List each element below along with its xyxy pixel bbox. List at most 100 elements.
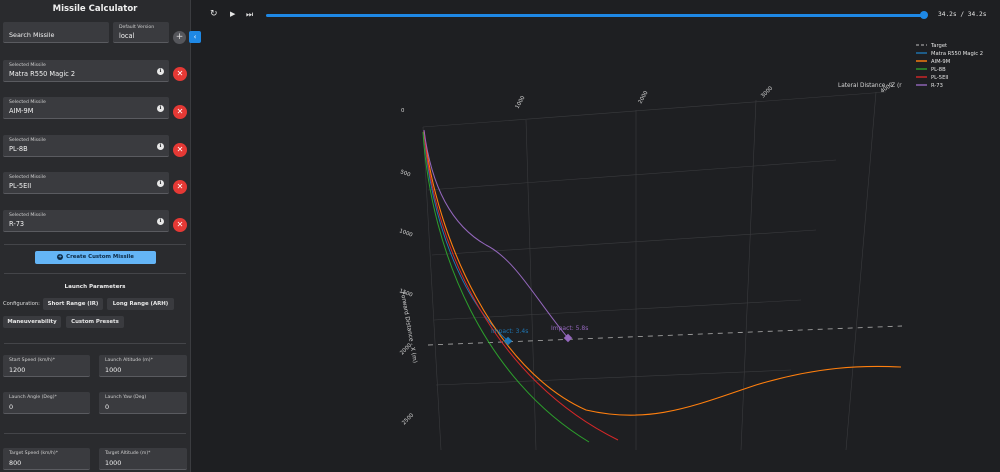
z-axis-tick: 3000 <box>760 85 774 99</box>
replay-icon[interactable]: ↻ <box>210 9 218 19</box>
legend-label: PL-8B <box>931 67 946 73</box>
divider <box>4 343 186 344</box>
launch-yaw-input[interactable]: Launch Yaw (Deg) 0 <box>99 392 187 414</box>
start-speed-value: 1200 <box>9 366 26 374</box>
trajectory-aim-9m <box>423 130 902 416</box>
info-icon[interactable]: i <box>157 143 164 150</box>
add-missile-button[interactable]: + <box>173 31 186 44</box>
default-version-value: local <box>119 32 135 40</box>
default-version-select[interactable]: Default Version local <box>113 22 169 43</box>
skip-to-end-icon[interactable]: ⏭ <box>246 10 253 20</box>
z-axis-title: Lateral Distance - Z (r <box>838 83 902 89</box>
impact-label-r-73: Impact: 5.8s <box>551 325 588 332</box>
legend-item[interactable]: PL-8B <box>916 67 946 73</box>
sidebar-title: Missile Calculator <box>52 4 138 14</box>
launch-yaw-label: Launch Yaw (Deg) <box>105 395 147 400</box>
time-readout: 34.2s / 34.2s <box>938 11 987 18</box>
legend-label: Target <box>930 43 947 49</box>
target-altitude-input[interactable]: Target Altitude (m)* 1000 <box>99 448 187 470</box>
z-axis-ticks: 0 1000 2000 3000 4000 <box>401 82 895 114</box>
preset-short-range-button[interactable]: Short Range (IR) <box>43 298 103 310</box>
launch-altitude-input[interactable]: Launch Altitude (m)* 1000 <box>99 355 187 377</box>
info-icon[interactable]: i <box>157 180 164 187</box>
play-icon[interactable]: ▶ <box>230 10 235 18</box>
launch-altitude-value: 1000 <box>105 366 122 374</box>
plot-grid <box>422 91 887 451</box>
x-axis-tick: 2500 <box>401 412 415 426</box>
trajectory-3d-plot[interactable]: 0 1000 2000 3000 4000 Lateral Distance -… <box>196 30 1000 472</box>
legend-item[interactable]: AIM-9M <box>916 59 950 65</box>
selected-missile-field[interactable]: Selected Missile Matra R550 Magic 2 i <box>3 60 169 82</box>
launch-angle-value: 0 <box>9 403 14 411</box>
remove-missile-button[interactable]: ✕ <box>173 143 187 157</box>
search-missile-input[interactable]: Search Missile <box>3 22 109 43</box>
remove-missile-button[interactable]: ✕ <box>173 67 187 81</box>
launch-angle-input[interactable]: Launch Angle (Deg)* 0 <box>3 392 90 414</box>
info-icon[interactable]: i <box>157 105 164 112</box>
selected-missile-label: Selected Missile <box>9 175 46 180</box>
create-custom-missile-label: Create Custom Missile <box>66 254 134 260</box>
selected-missile-label: Selected Missile <box>9 213 46 218</box>
selected-missile-label: Selected Missile <box>9 63 46 68</box>
x-axis-tick: 1000 <box>398 228 413 239</box>
preset-maneuverability-button[interactable]: Maneuverability <box>3 316 61 328</box>
start-speed-label: Start Speed (km/h)* <box>9 358 56 363</box>
selected-missile-value: R-73 <box>9 220 25 228</box>
legend-label: AIM-9M <box>931 59 950 65</box>
playback-bar: ↻ ▶ ⏭ 34.2s / 34.2s <box>196 0 1000 30</box>
impact-label-matra: Impact: 3.4s <box>491 328 528 335</box>
sidebar: Missile Calculator Search Missile Defaul… <box>0 0 191 472</box>
selected-missile-label: Selected Missile <box>9 138 46 143</box>
selected-missile-field[interactable]: Selected Missile PL-8B i <box>3 135 169 157</box>
selected-missile-field[interactable]: Selected Missile AIM-9M i <box>3 97 169 119</box>
target-speed-value: 800 <box>9 459 22 467</box>
z-axis-tick: 1000 <box>515 95 527 110</box>
divider <box>4 244 186 245</box>
selected-missile-value: AIM-9M <box>9 107 34 115</box>
launch-parameters-title: Launch Parameters <box>64 284 126 290</box>
legend-item[interactable]: Target <box>916 43 947 49</box>
plot-legend: Target Matra R550 Magic 2 AIM-9M PL-8B P… <box>916 43 983 89</box>
configuration-label: Configuration: <box>3 301 40 307</box>
legend-item[interactable]: Matra R550 Magic 2 <box>916 51 983 57</box>
remove-missile-button[interactable]: ✕ <box>173 180 187 194</box>
info-icon[interactable]: i <box>157 68 164 75</box>
selected-missile-value: PL-5EII <box>9 182 32 190</box>
trajectory-pl-8b <box>422 131 590 443</box>
target-altitude-label: Target Altitude (m)* <box>105 451 151 456</box>
launch-yaw-value: 0 <box>105 403 110 411</box>
trajectory-pl-5eii <box>423 130 619 441</box>
legend-item[interactable]: R-73 <box>916 83 943 89</box>
divider <box>4 273 186 274</box>
remove-missile-button[interactable]: ✕ <box>173 218 187 232</box>
start-speed-input[interactable]: Start Speed (km/h)* 1200 <box>3 355 90 377</box>
info-icon[interactable]: i <box>157 218 164 225</box>
selected-missile-field[interactable]: Selected Missile R-73 i <box>3 210 169 232</box>
create-custom-missile-button[interactable]: + Create Custom Missile <box>35 251 156 264</box>
timeline-slider[interactable] <box>266 14 924 17</box>
selected-missile-field[interactable]: Selected Missile PL-5EII i <box>3 172 169 194</box>
legend-item[interactable]: PL-5EII <box>916 75 949 81</box>
divider <box>4 433 186 434</box>
collapse-sidebar-button[interactable]: ‹ <box>189 31 201 43</box>
remove-missile-button[interactable]: ✕ <box>173 105 187 119</box>
target-speed-input[interactable]: Target Speed (km/h)* 800 <box>3 448 90 470</box>
target-altitude-value: 1000 <box>105 459 122 467</box>
legend-label: PL-5EII <box>931 75 949 81</box>
x-axis-tick: 500 <box>399 169 411 178</box>
legend-label: Matra R550 Magic 2 <box>931 51 983 57</box>
z-axis-tick: 2000 <box>638 90 650 105</box>
target-speed-label: Target Speed (km/h)* <box>9 451 59 456</box>
preset-long-range-button[interactable]: Long Range (ARH) <box>107 298 174 310</box>
preset-custom-button[interactable]: Custom Presets <box>66 316 124 328</box>
selected-missile-label: Selected Missile <box>9 100 46 105</box>
trajectory-matra-r550-magic-2 <box>423 132 509 342</box>
legend-label: R-73 <box>931 83 943 89</box>
selected-missile-value: Matra R550 Magic 2 <box>9 70 76 78</box>
search-missile-label: Search Missile <box>9 31 55 39</box>
launch-altitude-label: Launch Altitude (m)* <box>105 358 153 363</box>
timeline-slider-thumb[interactable] <box>920 11 928 19</box>
selected-missile-value: PL-8B <box>9 145 28 153</box>
default-version-label: Default Version <box>119 25 155 30</box>
launch-angle-label: Launch Angle (Deg)* <box>9 395 57 400</box>
